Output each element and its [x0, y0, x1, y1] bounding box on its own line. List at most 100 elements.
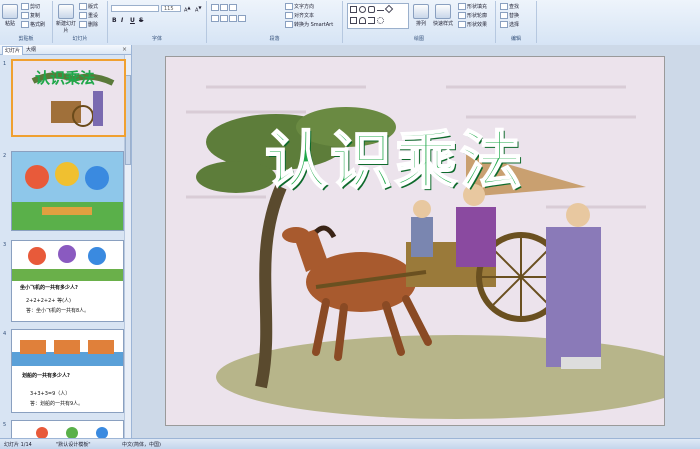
delete-button[interactable]: 删除: [79, 21, 98, 28]
effects-icon: [458, 21, 466, 28]
brush-icon: [21, 21, 29, 28]
slide-4-question: 划船的一共有多少人?: [22, 373, 70, 379]
slide-number: 5: [3, 422, 7, 428]
slide-1-thumb-title: 认识乘法: [35, 69, 96, 87]
diamond-shape-icon[interactable]: [384, 4, 394, 14]
layout-button[interactable]: 版式: [79, 3, 98, 10]
panel-tabs: 幻灯片 大纲 ×: [0, 45, 131, 55]
slide-3-preview: [12, 245, 123, 281]
font-name-select[interactable]: [111, 5, 159, 12]
justify-icon: [238, 15, 246, 22]
line-shape-icon[interactable]: [377, 10, 384, 17]
format-painter-button[interactable]: 格式刷: [21, 21, 45, 28]
shrink-font-button[interactable]: A▼: [195, 5, 202, 14]
arrange-button[interactable]: 排列: [413, 4, 429, 27]
slide-position: 幻灯片 1/14: [4, 442, 32, 448]
replace-button[interactable]: 替换: [500, 12, 519, 19]
tab-slides[interactable]: 幻灯片: [2, 46, 24, 55]
slides-group-label: 幻灯片: [72, 36, 88, 42]
textbox-shape-icon[interactable]: [350, 17, 357, 24]
ribbon: 粘贴 剪切 复制 格式刷 剪贴板 新建幻灯片 版式 重设 删除 幻灯片 115 …: [0, 0, 700, 46]
align-buttons[interactable]: [211, 15, 247, 22]
arrange-icon: [413, 4, 429, 19]
numbering-icon: [220, 4, 228, 11]
font-size-select[interactable]: 115: [161, 5, 181, 12]
slide-3-answer: 答：坐小飞机的一共有8人。: [26, 308, 90, 314]
bullets-icon: [211, 4, 219, 11]
align-right-icon: [229, 15, 237, 22]
slide-4-answer: 答：划船的一共有9人。: [30, 401, 84, 407]
star-shape-icon[interactable]: [377, 17, 384, 24]
quick-styles-button[interactable]: 快速样式: [431, 4, 455, 27]
status-bar: 幻灯片 1/14 "默认设计模板" 中文(简体，中国): [0, 438, 700, 449]
slide-3-equation: 2+2+2+2+ 等(人): [26, 298, 71, 304]
underline-button[interactable]: U: [130, 17, 135, 24]
indent-icon: [229, 4, 237, 11]
theme-name: "默认设计模板": [56, 442, 91, 448]
slide-thumbnail-panel: 幻灯片 大纲 × 1 认识乘法 2 3 坐小飞机的一共有多少人? 2+2+2+2…: [0, 45, 132, 441]
bracket-shape-icon[interactable]: [368, 17, 375, 24]
clipboard-group-label: 剪贴板: [18, 36, 34, 42]
grow-font-button[interactable]: A▲: [184, 5, 191, 14]
new-slide-button[interactable]: 新建幻灯片: [56, 4, 76, 34]
new-slide-icon: [58, 4, 74, 19]
paragraph-group-label: 段落: [269, 36, 280, 42]
shape-effects-button[interactable]: 形状效果: [458, 21, 487, 28]
scissors-icon: [21, 3, 29, 10]
slide-thumbnail-2[interactable]: [11, 151, 124, 231]
quick-styles-icon: [435, 4, 451, 19]
cursor-icon: [500, 21, 508, 28]
slide-4-equation: 3+3+3=9（人）: [30, 391, 71, 397]
align-left-icon: [211, 15, 219, 22]
copy-button[interactable]: 复制: [21, 12, 40, 19]
slide-4-preview: [12, 340, 123, 366]
align-center-icon: [220, 15, 228, 22]
slide-number: 1: [3, 61, 7, 67]
binoculars-icon: [500, 3, 508, 10]
slide-title[interactable]: 认识乘法: [264, 110, 525, 200]
editing-group-label: 编辑: [510, 36, 521, 42]
cut-button[interactable]: 剪切: [21, 3, 40, 10]
text-direction-icon: [285, 3, 293, 10]
clipboard-group: 粘贴 剪切 复制 格式刷 剪贴板: [0, 1, 53, 43]
close-icon[interactable]: ×: [122, 46, 127, 53]
find-button[interactable]: 查找: [500, 3, 519, 10]
language-status[interactable]: 中文(简体，中国): [122, 441, 161, 448]
shapes-gallery[interactable]: [347, 3, 409, 29]
font-group-label: 字体: [151, 36, 162, 42]
italic-button[interactable]: I: [121, 17, 123, 24]
align-text-button[interactable]: 对齐文本: [285, 12, 314, 19]
font-group: 115 A▲ A▼ B I U S 字体: [108, 1, 207, 43]
oval-shape-icon[interactable]: [359, 6, 366, 13]
slide-number: 3: [3, 242, 7, 248]
slide-thumbnail-4[interactable]: 划船的一共有多少人? 3+3+3=9（人） 答：划船的一共有9人。: [11, 329, 124, 413]
tab-outline[interactable]: 大纲: [24, 46, 38, 54]
slide-thumbnail-3[interactable]: 坐小飞机的一共有多少人? 2+2+2+2+ 等(人) 答：坐小飞机的一共有8人。: [11, 240, 124, 322]
paste-icon: [2, 4, 18, 19]
bold-button[interactable]: B: [112, 17, 117, 24]
strikethrough-button[interactable]: S: [139, 17, 143, 24]
align-text-icon: [285, 12, 293, 19]
shape-outline-button[interactable]: 形状轮廓: [458, 12, 487, 19]
fill-bucket-icon: [458, 3, 466, 10]
drawing-group-label: 绘图: [413, 36, 424, 42]
drawing-group: 排列 快速样式 形状填充 形状轮廓 形状效果 绘图: [343, 1, 496, 43]
slide-number: 4: [3, 331, 7, 337]
slide-number: 2: [3, 153, 7, 159]
slide-thumbnail-1[interactable]: 认识乘法: [11, 59, 126, 137]
pen-icon: [458, 12, 466, 19]
reset-button[interactable]: 重设: [79, 12, 98, 19]
copy-icon: [21, 12, 29, 19]
smartart-button[interactable]: 转换为 SmartArt: [285, 21, 333, 28]
rectangle-shape-icon[interactable]: [350, 6, 357, 13]
text-direction-button[interactable]: 文字方向: [285, 3, 314, 10]
smartart-icon: [285, 21, 293, 28]
editing-group: 查找 替换 选择 编辑: [496, 1, 537, 43]
paste-button[interactable]: 粘贴: [2, 4, 18, 27]
reset-icon: [79, 12, 87, 19]
rounded-rect-shape-icon[interactable]: [368, 6, 375, 13]
bullets-button[interactable]: [211, 4, 238, 11]
select-button[interactable]: 选择: [500, 21, 519, 28]
arc-shape-icon[interactable]: [359, 17, 366, 24]
shape-fill-button[interactable]: 形状填充: [458, 3, 487, 10]
